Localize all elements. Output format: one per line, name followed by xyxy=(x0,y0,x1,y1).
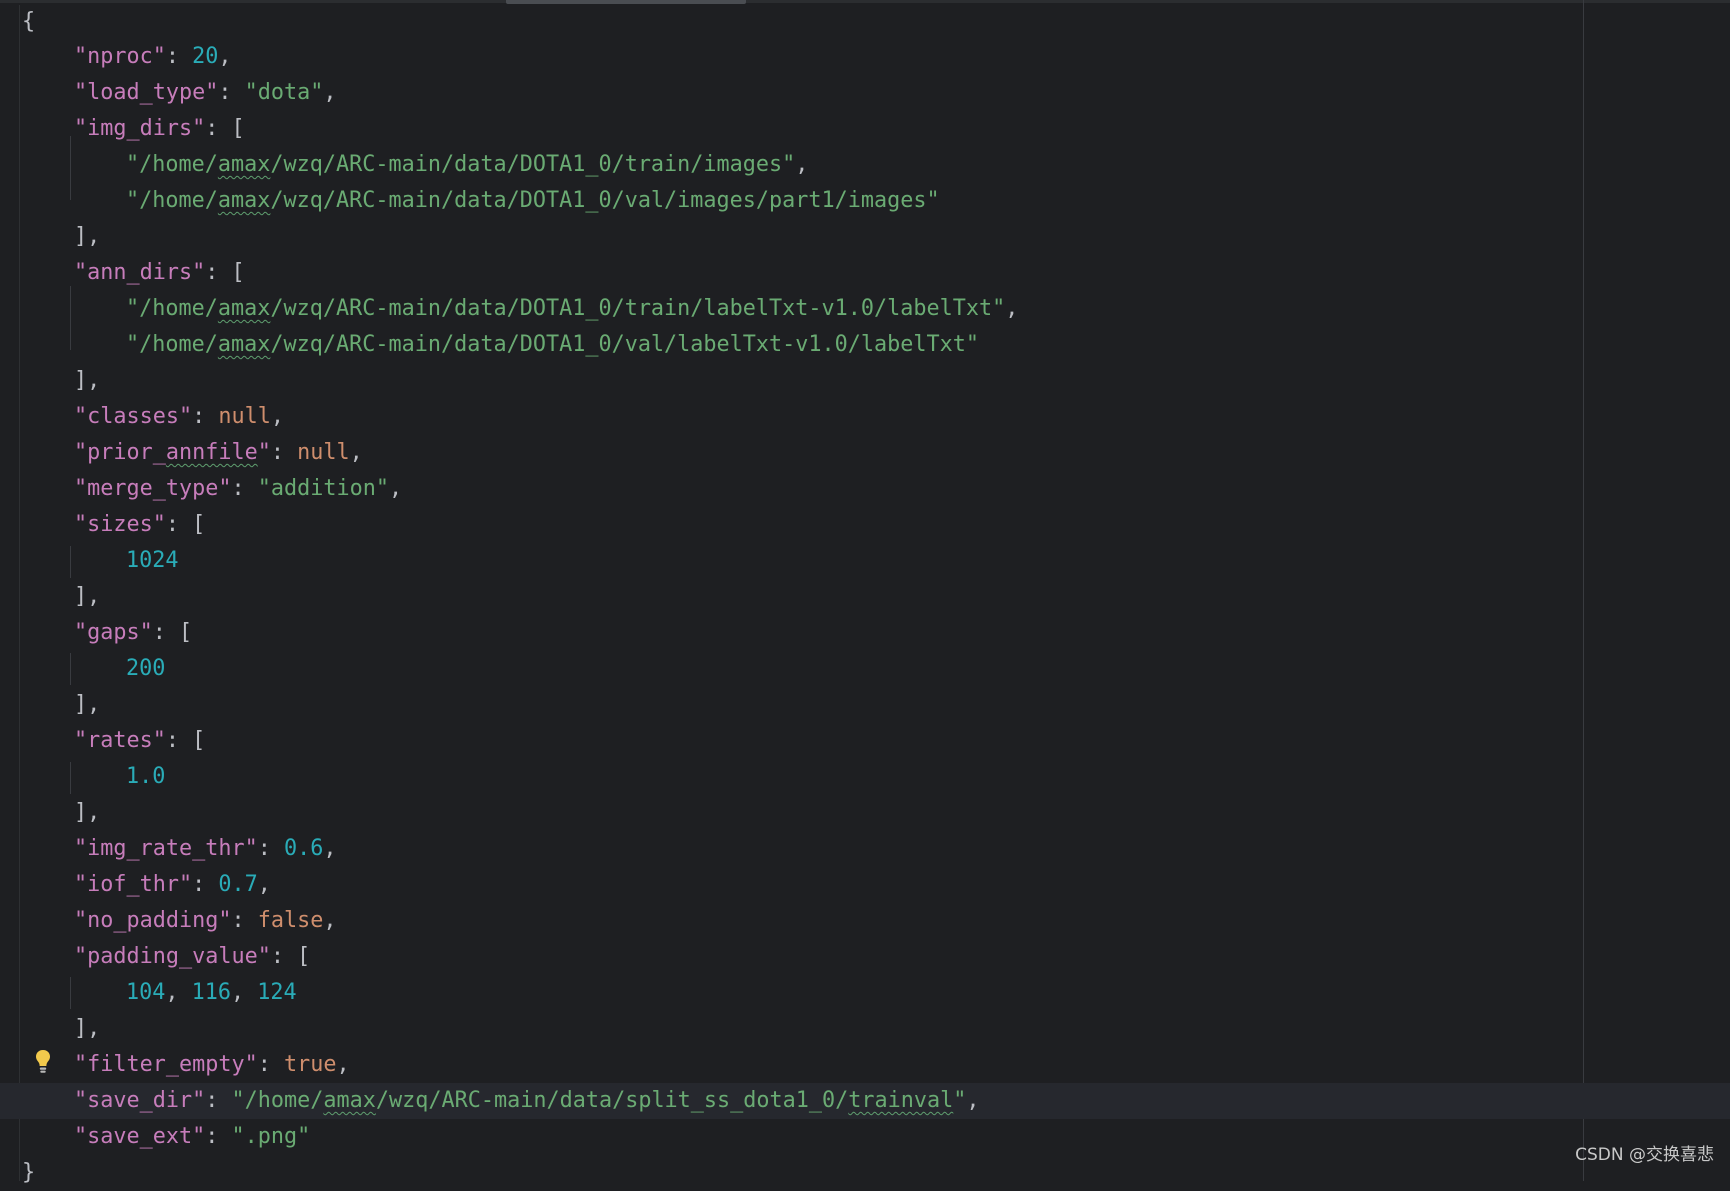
code-line[interactable]: "gaps": [ xyxy=(0,615,1580,651)
code-line[interactable]: "/home/amax/wzq/ARC-main/data/DOTA1_0/tr… xyxy=(0,291,1580,327)
json-string: ".png" xyxy=(231,1124,311,1149)
brace-close: } xyxy=(22,1160,36,1185)
code-line[interactable]: "/home/amax/wzq/ARC-main/data/DOTA1_0/tr… xyxy=(0,147,1580,183)
brace-open: { xyxy=(22,9,36,34)
spell-warning-word[interactable]: amax xyxy=(218,152,271,177)
code-line[interactable]: 1.0 xyxy=(0,759,1580,795)
json-number: 116 xyxy=(191,980,231,1005)
json-number: 0.6 xyxy=(283,836,324,861)
code-line[interactable]: "/home/amax/wzq/ARC-main/data/DOTA1_0/va… xyxy=(0,183,1580,219)
json-string: /wzq/ARC-main/data/DOTA1_0/train/images" xyxy=(270,152,796,177)
code-line[interactable]: } xyxy=(0,1155,1580,1191)
code-line[interactable]: "img_dirs": [ xyxy=(0,111,1580,147)
json-key: "prior_ xyxy=(74,440,166,465)
json-number: 104 xyxy=(126,980,166,1005)
code-line[interactable]: ], xyxy=(0,1011,1580,1047)
spell-warning-word[interactable]: trainval xyxy=(848,1088,953,1113)
code-line[interactable]: "iof_thr": 0.7, xyxy=(0,867,1580,903)
json-string: /wzq/ARC-main/data/DOTA1_0/val/labelTxt-… xyxy=(270,332,980,357)
spell-warning-word[interactable]: amax xyxy=(323,1088,376,1113)
json-key: "img_dirs" xyxy=(74,116,206,141)
json-key: "sizes" xyxy=(74,512,166,537)
json-key: "nproc" xyxy=(74,44,166,69)
json-string: "dota" xyxy=(244,80,324,105)
json-null: null xyxy=(218,404,271,429)
right-margin-guide xyxy=(1583,0,1584,1181)
json-boolean: false xyxy=(257,908,324,933)
watermark: CSDN @交换喜悲 xyxy=(1575,1145,1714,1165)
json-string: "addition" xyxy=(257,476,389,501)
json-number: 200 xyxy=(126,656,166,681)
json-number: 1024 xyxy=(126,548,179,573)
code-line[interactable]: 1024 xyxy=(0,543,1580,579)
code-line[interactable]: "no_padding": false, xyxy=(0,903,1580,939)
code-line[interactable]: ], xyxy=(0,687,1580,723)
spell-warning-word[interactable]: amax xyxy=(218,188,271,213)
code-line[interactable]: "merge_type": "addition", xyxy=(0,471,1580,507)
json-boolean: true xyxy=(283,1052,337,1077)
json-key: "ann_dirs" xyxy=(74,260,206,285)
json-key: "no_padding" xyxy=(74,908,232,933)
json-string: /wzq/ARC-main/data/split_ss_dota1_0/ xyxy=(375,1088,849,1113)
code-line[interactable]: 200 xyxy=(0,651,1580,687)
json-key: "img_rate_thr" xyxy=(74,836,258,861)
json-number: 20 xyxy=(192,44,219,69)
code-line[interactable]: { xyxy=(0,4,1580,40)
json-key: "save_ext" xyxy=(74,1124,206,1149)
code-line[interactable]: "/home/amax/wzq/ARC-main/data/DOTA1_0/va… xyxy=(0,327,1580,363)
editor-tab-bar-edge xyxy=(0,0,1730,3)
json-key: "rates" xyxy=(74,728,166,753)
json-key: "iof_thr" xyxy=(74,872,193,897)
code-line[interactable]: "save_ext": ".png" xyxy=(0,1119,1580,1155)
json-key: "gaps" xyxy=(74,620,153,645)
lightbulb-icon[interactable] xyxy=(34,1048,52,1076)
code-line[interactable]: "classes": null, xyxy=(0,399,1580,435)
json-number: 0.7 xyxy=(218,872,258,897)
code-line[interactable]: ], xyxy=(0,795,1580,831)
code-line[interactable]: "img_rate_thr": 0.6, xyxy=(0,831,1580,867)
code-line-current[interactable]: "save_dir": "/home/amax/wzq/ARC-main/dat… xyxy=(0,1083,1580,1119)
json-string: /wzq/ARC-main/data/DOTA1_0/train/labelTx… xyxy=(270,296,1006,321)
code-line[interactable]: "ann_dirs": [ xyxy=(0,255,1580,291)
code-line[interactable]: ], xyxy=(0,363,1580,399)
code-line[interactable]: ], xyxy=(0,579,1580,615)
json-key: "merge_type" xyxy=(74,476,232,501)
json-number: 124 xyxy=(257,980,297,1005)
code-editor[interactable]: { "nproc": 20, "load_type": "dota", "img… xyxy=(0,0,1730,1185)
json-key: "classes" xyxy=(74,404,193,429)
json-null: null xyxy=(297,440,350,465)
json-key: " xyxy=(257,440,271,465)
json-string: " xyxy=(953,1088,967,1113)
code-line[interactable]: "padding_value": [ xyxy=(0,939,1580,975)
code-line[interactable]: "prior_annfile": null, xyxy=(0,435,1580,471)
code-line[interactable]: "load_type": "dota", xyxy=(0,75,1580,111)
code-line[interactable]: "sizes": [ xyxy=(0,507,1580,543)
spell-warning-word[interactable]: annfile xyxy=(166,440,258,465)
code-line[interactable]: "rates": [ xyxy=(0,723,1580,759)
json-number: 1.0 xyxy=(126,764,166,789)
code-line[interactable]: 104, 116, 124 xyxy=(0,975,1580,1011)
spell-warning-word[interactable]: amax xyxy=(218,332,271,357)
json-key: "padding_value" xyxy=(74,944,271,969)
json-string: "/home/ xyxy=(126,332,218,357)
json-string: "/home/ xyxy=(126,188,218,213)
json-key: "filter_empty" xyxy=(74,1052,258,1077)
spell-warning-word[interactable]: amax xyxy=(218,296,271,321)
code-line[interactable]: ], xyxy=(0,219,1580,255)
json-string: "/home/ xyxy=(231,1088,324,1113)
json-string: /wzq/ARC-main/data/DOTA1_0/val/images/pa… xyxy=(270,188,940,213)
json-key: "load_type" xyxy=(74,80,219,105)
json-string: "/home/ xyxy=(126,152,218,177)
code-line[interactable]: "nproc": 20, xyxy=(0,39,1580,75)
json-string: "/home/ xyxy=(126,296,218,321)
code-line[interactable]: "filter_empty": true, xyxy=(0,1047,1580,1083)
json-key: "save_dir" xyxy=(74,1088,206,1113)
